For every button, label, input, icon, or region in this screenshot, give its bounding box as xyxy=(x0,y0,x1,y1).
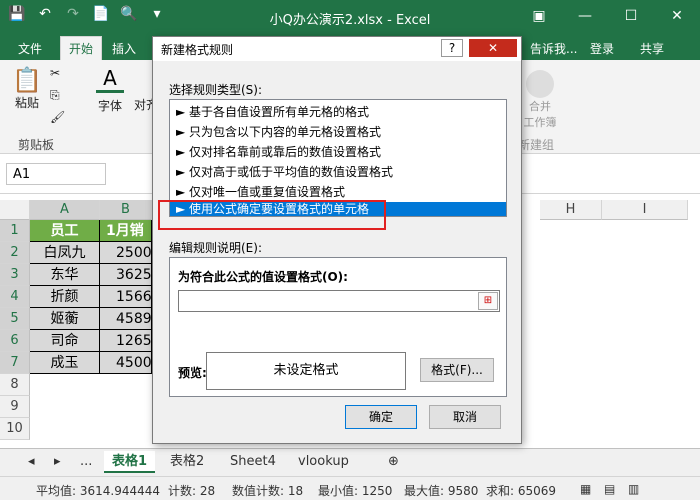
preview-box: 未设定格式 xyxy=(206,352,406,390)
status-bar: 平均值: 3614.944444 计数: 28 数值计数: 18 最小值: 12… xyxy=(0,476,700,500)
tab-home[interactable]: 开始 xyxy=(60,36,103,60)
formula-label: 为符合此公式的值设置格式(O): xyxy=(178,270,348,284)
data-cell[interactable]: 姬蘅 xyxy=(30,308,100,330)
share-button[interactable]: 共享 xyxy=(640,40,664,57)
row-header[interactable]: 10 xyxy=(0,418,30,440)
rule-type-item[interactable]: ► 只为包含以下内容的单元格设置格式 xyxy=(170,122,506,142)
tab-insert[interactable]: 插入 xyxy=(112,40,136,57)
merge-workbook-button[interactable]: 合并 工作簿 xyxy=(520,70,560,130)
cut-icon[interactable]: ✂ xyxy=(50,66,60,80)
data-cell[interactable]: 4589 xyxy=(100,308,152,330)
data-cell[interactable]: 4500 xyxy=(100,352,152,374)
rule-type-item[interactable]: ► 仅对排名靠前或靠后的数值设置格式 xyxy=(170,142,506,162)
merge-circle-icon xyxy=(526,70,554,98)
rule-type-item[interactable]: ► 仅对唯一值或重复值设置格式 xyxy=(170,182,506,202)
status-max: 最大值: 9580 xyxy=(404,484,479,498)
format-button[interactable]: 格式(F)... xyxy=(420,358,494,382)
preview-label: 预览: xyxy=(178,366,207,380)
select-rule-type-label: 选择规则类型(S): xyxy=(169,83,263,97)
row-header[interactable]: 5 xyxy=(0,308,30,330)
rule-type-item[interactable]: ► 基于各自值设置所有单元格的格式 xyxy=(170,102,506,122)
format-painter-icon[interactable]: 🖌 xyxy=(50,110,65,124)
rule-description-panel: 为符合此公式的值设置格式(O): ⊞ 预览: 未设定格式 格式(F)... xyxy=(169,257,507,397)
maximize-icon[interactable]: ☐ xyxy=(608,0,654,34)
dialog-title: 新建格式规则 xyxy=(161,43,234,57)
column-header-h[interactable]: H xyxy=(540,200,602,220)
data-cell[interactable]: 折颜 xyxy=(30,286,100,308)
font-icon: A xyxy=(96,66,124,93)
header-cell-employee[interactable]: 员工 xyxy=(30,220,100,242)
select-all-corner[interactable] xyxy=(0,200,30,220)
status-min: 最小值: 1250 xyxy=(318,484,393,498)
data-cell[interactable]: 3625 xyxy=(100,264,152,286)
new-group-label: 新建组 xyxy=(518,138,555,152)
row-header[interactable]: 3 xyxy=(0,264,30,286)
data-cell[interactable]: 白凤九 xyxy=(30,242,100,264)
sheet-tab-1[interactable]: 表格1 xyxy=(104,451,156,473)
status-average: 平均值: 3614.944444 xyxy=(36,484,161,498)
paste-button[interactable]: 📋 粘贴 xyxy=(10,66,44,118)
data-cell[interactable]: 1265 xyxy=(100,330,152,352)
title-bar: 💾 ↶ ↷ 📄 🔍 ▾ 小Q办公演示2.xlsx - Excel ▣ — ☐ ✕ xyxy=(0,0,700,34)
dialog-titlebar: 新建格式规则 ? ✕ xyxy=(153,37,521,61)
row-header[interactable]: 9 xyxy=(0,396,30,418)
row-header[interactable]: 1 xyxy=(0,220,30,242)
data-cell[interactable]: 2500 xyxy=(100,242,152,264)
name-box[interactable]: A1 xyxy=(6,163,106,185)
font-button[interactable]: A 字体 xyxy=(96,66,124,114)
tell-me-search[interactable]: 告诉我... xyxy=(530,40,577,57)
login-link[interactable]: 登录 xyxy=(590,40,614,57)
clipboard-group-label: 剪贴板 xyxy=(18,138,55,152)
ok-button[interactable]: 确定 xyxy=(345,405,417,429)
row-header[interactable]: 4 xyxy=(0,286,30,308)
sheet-tab-4[interactable]: vlookup xyxy=(290,451,357,473)
data-cell[interactable]: 成玉 xyxy=(30,352,100,374)
rule-type-item[interactable]: ► 仅对高于或低于平均值的数值设置格式 xyxy=(170,162,506,182)
column-header-i[interactable]: I xyxy=(602,200,688,220)
close-icon[interactable]: ✕ xyxy=(469,39,517,57)
more-sheets-button[interactable]: ... xyxy=(72,451,100,473)
status-sum: 求和: 65069 xyxy=(486,484,557,498)
page-layout-icon[interactable]: ▤ xyxy=(604,482,615,496)
tab-file[interactable]: 文件 xyxy=(18,40,42,57)
ribbon-display-options-icon[interactable]: ▣ xyxy=(516,0,562,34)
range-select-icon[interactable]: ⊞ xyxy=(478,292,498,310)
status-numeric-count: 数值计数: 18 xyxy=(232,484,304,498)
status-count: 计数: 28 xyxy=(168,484,216,498)
add-sheet-icon[interactable]: ⊕ xyxy=(380,451,407,473)
copy-icon[interactable]: ⎘ xyxy=(50,88,60,103)
edit-rule-description-label: 编辑规则说明(E): xyxy=(169,241,262,255)
help-button[interactable]: ? xyxy=(441,39,463,57)
new-format-rule-dialog: 新建格式规则 ? ✕ 选择规则类型(S): ► 基于各自值设置所有单元格的格式 … xyxy=(152,36,522,444)
column-header-a[interactable]: A xyxy=(30,200,100,220)
close-window-icon[interactable]: ✕ xyxy=(654,0,700,34)
data-cell[interactable]: 东华 xyxy=(30,264,100,286)
cancel-button[interactable]: 取消 xyxy=(429,405,501,429)
minimize-icon[interactable]: — xyxy=(562,0,608,34)
data-cell[interactable]: 司命 xyxy=(30,330,100,352)
row-header[interactable]: 6 xyxy=(0,330,30,352)
sheet-tab-3[interactable]: Sheet4 xyxy=(222,451,284,473)
normal-view-icon[interactable]: ▦ xyxy=(580,482,591,496)
highlight-box xyxy=(158,200,386,230)
sheet-tab-2[interactable]: 表格2 xyxy=(162,451,212,473)
clipboard-icon: 📋 xyxy=(12,66,42,94)
scroll-right-icon[interactable]: ▸ xyxy=(46,451,69,473)
page-break-icon[interactable]: ▥ xyxy=(628,482,639,496)
row-header[interactable]: 2 xyxy=(0,242,30,264)
scroll-left-icon[interactable]: ◂ xyxy=(20,451,43,473)
data-cell[interactable]: 1566 xyxy=(100,286,152,308)
row-header[interactable]: 8 xyxy=(0,374,30,396)
formula-input[interactable]: ⊞ xyxy=(178,290,500,312)
header-cell-jan-sales[interactable]: 1月销 xyxy=(100,220,152,242)
column-header-b[interactable]: B xyxy=(100,200,152,220)
sheet-tabs-bar: ◂ ▸ ... 表格1 表格2 Sheet4 vlookup ⊕ xyxy=(0,448,700,476)
row-header[interactable]: 7 xyxy=(0,352,30,374)
